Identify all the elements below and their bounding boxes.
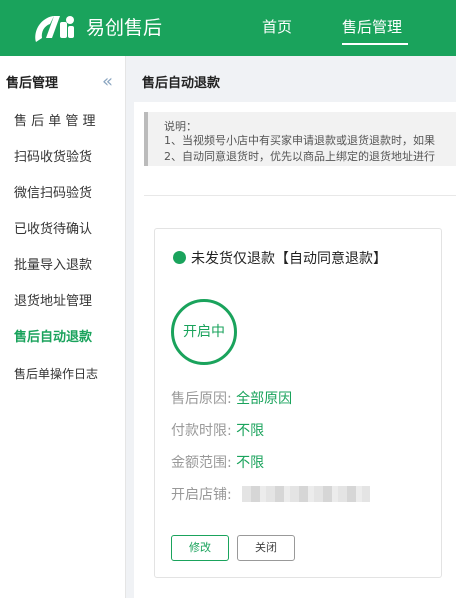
- rule-title-text: 未发货仅退款【自动同意退款】: [191, 251, 387, 267]
- sidebar-item-label: 扫码收货验货: [14, 150, 93, 165]
- sidebar-item-wechat-scan[interactable]: 微信扫码验货: [0, 176, 126, 212]
- notice-title: 说明：: [164, 120, 197, 133]
- sidebar-item-label: 售后单操作日志: [14, 367, 99, 381]
- rule-row-reason: 售后原因: 全部原因: [171, 389, 292, 409]
- notice-box: 说明： 1、当视频号小店中有买家申请退款或退货退款时，如果 2、自动同意退货时，…: [144, 112, 456, 166]
- rule-title: 未发货仅退款【自动同意退款】: [173, 249, 387, 269]
- sidebar-item-label: 批量导入退款: [14, 258, 93, 273]
- sidebar-item-label: 退货地址管理: [14, 294, 93, 309]
- double-chevron-left-icon[interactable]: «: [102, 73, 113, 91]
- row-value: 不限: [236, 423, 265, 439]
- sidebar-item-received-pending[interactable]: 已收货待确认: [0, 212, 126, 248]
- redacted-shop-names: [242, 486, 371, 502]
- edit-button[interactable]: 修改: [171, 535, 229, 561]
- notice-line-2: 2、自动同意退货时，优先以商品上绑定的退货地址进行: [164, 150, 435, 163]
- close-button[interactable]: 关闭: [237, 535, 295, 561]
- brand-name: 易创售后: [86, 17, 163, 39]
- sidebar: 售后管理 « 售 后 单 管 理 扫码收货验货 微信扫码验货 已收货待确认 批量…: [0, 56, 126, 598]
- nav-after-sales[interactable]: 售后管理: [342, 16, 402, 38]
- sidebar-item-operation-log[interactable]: 售后单操作日志: [0, 356, 126, 392]
- status-badge: 开启中: [171, 299, 237, 365]
- row-label: 付款时限:: [171, 423, 232, 439]
- row-label: 金额范围:: [171, 455, 232, 471]
- row-label: 开启店铺:: [171, 487, 232, 503]
- content-panel: 说明： 1、当视频号小店中有买家申请退款或退货退款时，如果 2、自动同意退货时，…: [134, 102, 456, 598]
- brand-logo-icon: [35, 16, 74, 42]
- sidebar-item-scan-receive[interactable]: 扫码收货验货: [0, 140, 126, 176]
- top-navigation-bar: 易创售后 首页 售后管理: [0, 0, 456, 56]
- breadcrumb-bar: 售后自动退款: [134, 56, 456, 102]
- status-dot-icon: [173, 251, 186, 264]
- sidebar-item-label: 售 后 单 管 理: [14, 114, 96, 129]
- rule-row-amount-range: 金额范围: 不限: [171, 453, 264, 473]
- divider: [144, 195, 456, 196]
- row-value: 不限: [236, 455, 265, 471]
- row-label: 售后原因:: [171, 391, 232, 407]
- rule-row-payment-limit: 付款时限: 不限: [171, 421, 264, 441]
- sidebar-item-label: 售后自动退款: [14, 330, 93, 345]
- status-text: 开启中: [183, 324, 225, 340]
- sidebar-item-batch-refund[interactable]: 批量导入退款: [0, 248, 126, 284]
- row-value: 全部原因: [236, 391, 293, 407]
- sidebar-item-order-management[interactable]: 售 后 单 管 理: [0, 104, 126, 140]
- notice-line-1: 1、当视频号小店中有买家申请退款或退货退款时，如果: [164, 134, 435, 147]
- rule-row-shops: 开启店铺:: [171, 485, 371, 505]
- sidebar-item-label: 微信扫码验货: [14, 186, 93, 201]
- sidebar-item-return-address[interactable]: 退货地址管理: [0, 284, 126, 320]
- main-area: 售后自动退款 说明： 1、当视频号小店中有买家申请退款或退货退款时，如果 2、自…: [134, 56, 456, 598]
- sidebar-item-label: 已收货待确认: [14, 222, 93, 237]
- auto-refund-rule-card: 未发货仅退款【自动同意退款】 开启中 售后原因: 全部原因 付款时限: 不限 金…: [154, 228, 442, 578]
- sidebar-title: 售后管理: [6, 76, 59, 91]
- breadcrumb: 售后自动退款: [142, 76, 221, 91]
- active-nav-underline: [342, 43, 408, 45]
- nav-home[interactable]: 首页: [262, 16, 292, 38]
- sidebar-item-auto-refund[interactable]: 售后自动退款: [0, 320, 126, 356]
